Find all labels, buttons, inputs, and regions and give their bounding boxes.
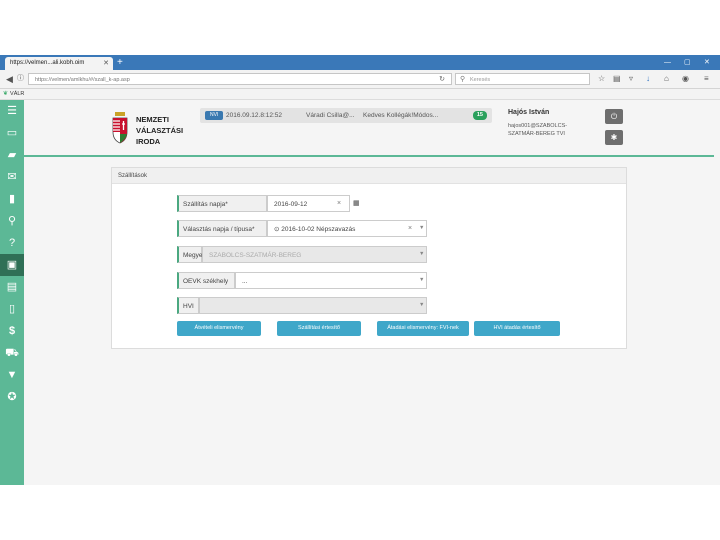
home-icon[interactable]: ⌂ [664, 73, 669, 85]
user-office: SZATMÁR-BEREG TVI [508, 131, 565, 137]
bookmark-star-icon[interactable]: ☆ [598, 73, 605, 85]
info-icon[interactable]: ⓘ [17, 72, 24, 86]
power-icon: ⏻ [610, 112, 618, 121]
chevron-down-icon[interactable]: ▼ [419, 246, 424, 263]
sidebar-item-briefcase[interactable]: ▣ [0, 254, 24, 276]
handover-fvi-button[interactable]: Átadási elismervény: FVI-nek [377, 321, 469, 336]
browser-window: https://velmen...ali.kobh.oim ✕ + — ▢ ✕ … [0, 55, 720, 485]
bookmarks-bar: ❦ VÁLR [0, 89, 720, 100]
shipments-panel: Szállítások Szállítás napja* 2016-09-12 … [111, 167, 627, 349]
maximize-button[interactable]: ▢ [684, 56, 691, 69]
download-icon[interactable]: ↓ [646, 73, 650, 85]
sidebar-item-sitemap[interactable]: ⚲ [0, 210, 24, 232]
hvi-label: HVI [177, 297, 199, 314]
gear-icon: ✱ [610, 133, 618, 142]
envelope-icon: ✉ [7, 171, 17, 183]
logo-line-2: VÁLASZTÁSI [136, 126, 184, 135]
question-icon: ? [8, 237, 16, 249]
back-arrow-icon[interactable]: ◀ [6, 72, 13, 86]
main-content: NEMZETI VÁLASZTÁSI IRODA NVI 2016.09.12.… [24, 100, 720, 485]
notification-bar[interactable]: NVI 2016.09.12.8:12:52 Váradi Csilla@...… [200, 108, 492, 123]
browser-tab[interactable]: https://velmen...ali.kobh.oim ✕ [5, 57, 113, 70]
briefcase-icon: ▣ [6, 259, 18, 271]
oevk-label: OEVK székhely [177, 272, 235, 289]
sidebar-item-filter[interactable]: ▼ [0, 364, 24, 386]
election-date-select[interactable]: ⊙ 2016-10-02 Népszavazás [267, 220, 427, 237]
table-icon: ▤ [6, 281, 18, 293]
bookmark-label: VÁLR [10, 91, 25, 97]
clear-icon[interactable]: × [337, 195, 341, 212]
notification-subject: Kedves Kollégák!Módos... [363, 112, 439, 119]
reload-icon[interactable]: ↻ [439, 74, 445, 86]
chat-icon: ▰ [7, 149, 17, 161]
user-info: hajos001@SZABOLCS- SZATMÁR-BEREG TVI [508, 122, 598, 138]
calendar-icon[interactable]: ▦ [353, 195, 360, 212]
accessibility-icon: ✪ [7, 391, 17, 403]
menu-icon[interactable]: ≡ [704, 73, 709, 85]
reader-icon[interactable]: ▤ [613, 73, 621, 85]
sidebar-item-accessibility[interactable]: ✪ [0, 386, 24, 408]
new-tab-button[interactable]: + [117, 56, 123, 69]
truck-icon: ⛟ [5, 347, 19, 359]
panel-title: Szállítások [112, 168, 626, 184]
hvi-handover-button[interactable]: HVI átadás értesítő [474, 321, 560, 336]
tab-close-icon[interactable]: ✕ [103, 57, 109, 70]
logout-button[interactable]: ⏻ [605, 109, 623, 124]
search-placeholder: Keresés [470, 77, 491, 83]
notification-count-badge: 15 [472, 111, 487, 120]
oevk-select[interactable]: ... [235, 272, 427, 289]
dollar-icon: $ [8, 325, 16, 337]
chevron-down-icon[interactable]: ▼ [419, 272, 424, 289]
county-label: Megye* [177, 246, 205, 263]
user-name: Hajós István [508, 109, 550, 116]
sync-icon[interactable]: ◉ [682, 73, 689, 85]
clear-icon[interactable]: × [408, 220, 412, 237]
monitor-icon: ▭ [6, 127, 18, 139]
shipping-notice-button[interactable]: Szállítási értesítő [277, 321, 361, 336]
header-divider [24, 155, 714, 157]
notification-time: 2016.09.12.8:12:52 [226, 112, 283, 119]
sidebar-item-book[interactable]: ▮ [0, 188, 24, 210]
search-icon: ⚲ [460, 76, 466, 83]
user-email: hajos001@SZABOLCS- [508, 123, 568, 129]
tab-title: https://velmen...ali.kobh.oim [10, 60, 85, 66]
bookmark-item[interactable]: ❦ VÁLR [3, 89, 24, 99]
notification-sender: Váradi Csilla@... [306, 112, 355, 119]
hvi-select[interactable] [199, 297, 427, 314]
receipt-button[interactable]: Átvételi elismervény [177, 321, 261, 336]
county-select[interactable]: SZABOLCS-SZATMÁR-BEREG [202, 246, 427, 263]
leaf-icon: ❦ [3, 91, 9, 97]
book-icon: ▮ [8, 193, 16, 205]
sidebar-item-monitor[interactable]: ▭ [0, 122, 24, 144]
search-input[interactable]: ⚲ Keresés [455, 73, 590, 85]
coat-of-arms-icon [112, 112, 128, 144]
settings-button[interactable]: ✱ [605, 130, 623, 145]
sidebar-item-clipboard[interactable]: ▯ [0, 298, 24, 320]
navigation-bar: ◀ ⓘ https://velmen/amlkhu/#/szall_k-ap.a… [0, 70, 720, 89]
sidebar-item-delivery[interactable]: ⛟ [0, 342, 24, 364]
clipboard-icon: ▯ [8, 303, 16, 315]
filter-icon: ▼ [6, 369, 18, 381]
pocket-icon[interactable]: ▿ [629, 73, 633, 85]
logo-line-3: IRODA [136, 137, 161, 146]
notification-tag: NVI [205, 111, 224, 120]
sidebar-item-help[interactable]: ? [0, 232, 24, 254]
chevron-down-icon[interactable]: ▼ [419, 297, 424, 314]
address-bar[interactable]: https://velmen/amlkhu/#/szall_k-ap.asp ↻ [28, 73, 452, 85]
url-text: https://velmen/amlkhu/#/szall_k-ap.asp [35, 77, 130, 83]
sidebar-item-finance[interactable]: $ [0, 320, 24, 342]
sidebar-item-chat[interactable]: ▰ [0, 144, 24, 166]
sidebar-item-mail[interactable]: ✉ [0, 166, 24, 188]
shipping-date-label: Szállítás napja* [177, 195, 267, 212]
election-date-label: Választás napja / típusa* [177, 220, 267, 237]
sitemap-icon: ⚲ [7, 215, 17, 227]
close-window-button[interactable]: ✕ [704, 56, 710, 69]
sidebar: ☰ ▭ ▰ ✉ ▮ ⚲ ? ▣ ▤ ▯ $ ⛟ ▼ ✪ [0, 100, 24, 485]
chevron-down-icon[interactable]: ▼ [419, 220, 424, 237]
list-icon: ☰ [7, 105, 17, 117]
sidebar-item-table[interactable]: ▤ [0, 276, 24, 298]
tab-strip: https://velmen...ali.kobh.oim ✕ + — ▢ ✕ [0, 55, 720, 70]
sidebar-item-list[interactable]: ☰ [0, 100, 24, 122]
minimize-button[interactable]: — [664, 56, 671, 69]
